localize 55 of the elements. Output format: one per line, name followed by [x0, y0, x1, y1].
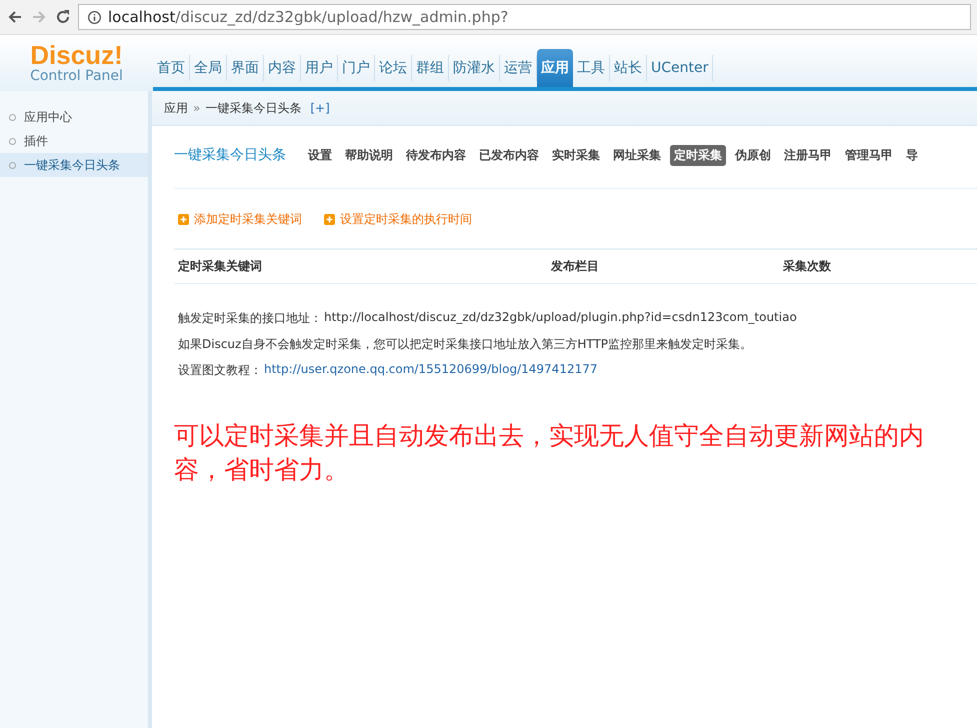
- logo: Discuz!: [30, 42, 123, 68]
- url-path: /discuz_zd/dz32gbk/upload/hzw_admin.php?: [175, 8, 508, 26]
- interface-url: http://localhost/discuz_zd/dz32gbk/upload/plugin.php?id=csdn123com_toutiao: [324, 310, 797, 326]
- note-label: 触发定时采集的接口地址：: [178, 310, 322, 327]
- plus-icon: [324, 214, 335, 225]
- breadcrumb-item: 应用: [164, 100, 188, 116]
- tutorial-link[interactable]: http://user.qzone.qq.com/155120699/blog/1497412177: [264, 362, 598, 379]
- bullet-icon: [9, 138, 16, 144]
- bullet-icon: [9, 114, 16, 120]
- add-link[interactable]: 设置定时采集的执行时间: [324, 211, 472, 228]
- annotation-text: 可以定时采集并且自动发布出去，实现无人值守全自动更新网站的内容，省时省力。: [174, 420, 925, 486]
- note-text: 如果Discuz自身不会触发定时采集，您可以把定时采集接口地址放入第三方HTTP监控那里来触发定时采集。: [178, 336, 752, 353]
- nav-tab[interactable]: 全局: [190, 55, 227, 81]
- plugin-tab[interactable]: 设置: [304, 144, 336, 166]
- reload-icon[interactable]: [54, 8, 72, 26]
- nav-tab[interactable]: 站长: [610, 55, 647, 81]
- plugin-tab[interactable]: 帮助说明: [341, 144, 397, 166]
- plugin-tab[interactable]: 注册马甲: [780, 144, 836, 166]
- nav-tab[interactable]: UCenter: [647, 55, 714, 81]
- plugin-title: 一键采集今日头条: [174, 146, 286, 164]
- plugin-tab[interactable]: 导: [902, 144, 922, 166]
- sidebar-item[interactable]: 一键采集今日头条: [0, 153, 148, 177]
- plugin-tab[interactable]: 管理马甲: [841, 144, 897, 166]
- nav-tab[interactable]: 内容: [264, 55, 301, 81]
- plugin-tab[interactable]: 伪原创: [731, 144, 775, 166]
- url-host: localhost: [108, 8, 176, 26]
- nav-tab[interactable]: 防灌水: [449, 55, 500, 81]
- plus-icon: [178, 214, 189, 225]
- column-header: 采集次数: [779, 249, 977, 283]
- add-shortcut-link[interactable]: [+]: [310, 101, 330, 115]
- plugin-tab[interactable]: 已发布内容: [475, 144, 543, 166]
- column-header: 定时采集关键词: [174, 249, 547, 283]
- column-header: 发布栏目: [547, 249, 779, 283]
- breadcrumb-item: 一键采集今日头条: [205, 100, 302, 116]
- plugin-tab[interactable]: 实时采集: [548, 144, 604, 166]
- nav-tab[interactable]: 工具: [573, 55, 610, 81]
- nav-tab[interactable]: 群组: [412, 55, 449, 81]
- address-bar[interactable]: localhost/discuz_zd/dz32gbk/upload/hzw_admin.php?: [78, 4, 971, 30]
- note-label: 设置图文教程：: [178, 362, 262, 379]
- nav-tab[interactable]: 用户: [301, 55, 338, 81]
- breadcrumb-separator: »: [193, 101, 200, 115]
- sidebar-item[interactable]: 插件: [0, 129, 148, 153]
- plugin-tab[interactable]: 定时采集: [670, 144, 726, 166]
- logo-subtitle: Control Panel: [30, 68, 123, 84]
- nav-tab[interactable]: 界面: [227, 55, 264, 81]
- bullet-icon: [9, 162, 16, 168]
- nav-tab[interactable]: 首页: [153, 55, 190, 81]
- nav-tab[interactable]: 门户: [338, 55, 375, 81]
- sidebar-item[interactable]: 应用中心: [0, 105, 148, 129]
- nav-tab[interactable]: 论坛: [375, 55, 412, 81]
- info-icon[interactable]: [87, 10, 102, 24]
- nav-tab[interactable]: 应用: [537, 49, 573, 87]
- add-link[interactable]: 添加定时采集关键词: [178, 211, 302, 228]
- plugin-tab[interactable]: 待发布内容: [402, 144, 470, 166]
- plugin-tab[interactable]: 网址采集: [609, 144, 665, 166]
